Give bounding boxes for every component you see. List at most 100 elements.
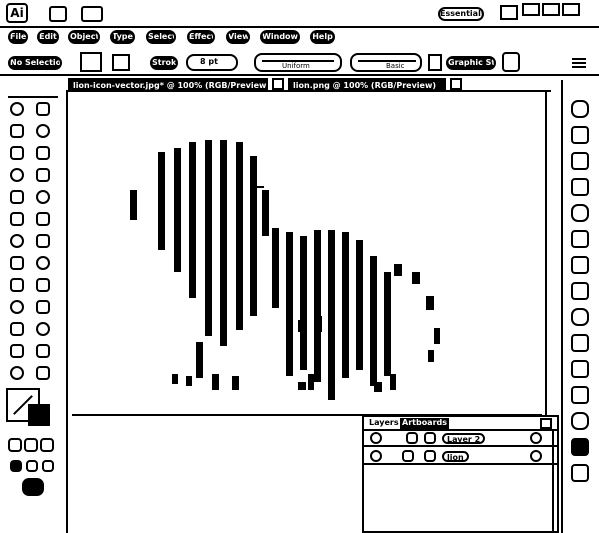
color-icon[interactable] [571,100,589,118]
brush-definition[interactable]: Basic [350,53,422,72]
layer-thumbnail-icon[interactable] [424,450,436,462]
color-guide-icon[interactable] [571,126,589,144]
menu-object[interactable]: Object [68,30,100,44]
tab-layers[interactable]: Layers [367,418,401,429]
appearance-icon[interactable] [571,308,589,326]
selection-icon[interactable] [10,102,24,116]
stroke-icon[interactable] [571,230,589,248]
magic-wand-icon[interactable] [10,124,24,138]
lion-artwork[interactable] [72,94,548,414]
pathfinder-icon[interactable] [571,412,589,430]
eraser-icon[interactable] [36,212,50,226]
pen-icon[interactable] [10,146,24,160]
layer-name[interactable]: lion [442,451,469,462]
transform-icon[interactable] [571,360,589,378]
expand-triangle-icon[interactable] [406,432,418,444]
paintbrush-icon[interactable] [10,190,24,204]
menu-file[interactable]: File [8,30,28,44]
direct-selection-icon[interactable] [36,102,50,116]
maximize-button[interactable] [542,3,560,16]
title-bar: Ai Essentials [0,0,599,28]
close-tab-icon[interactable] [272,78,284,90]
transparency-icon[interactable] [571,282,589,300]
minimize-button[interactable] [522,3,540,16]
symbols-icon[interactable] [571,204,589,222]
color-mode-button[interactable] [8,438,22,452]
type-icon[interactable] [36,146,50,160]
menu-edit[interactable]: Edit [37,30,59,44]
minibridge-button[interactable] [81,6,103,22]
menu-select[interactable]: Select [146,30,176,44]
slice-icon[interactable] [36,344,50,358]
eyedropper-icon[interactable] [10,322,24,336]
live-paint-icon[interactable] [10,344,24,358]
layer-thumbnail-icon[interactable] [424,432,436,444]
graphic-styles-icon[interactable] [571,334,589,352]
layer-row[interactable]: Layer 2 [364,431,557,447]
gradient-mode-button[interactable] [24,438,38,452]
artboard[interactable] [72,94,548,414]
menu-window[interactable]: Window [260,30,300,44]
tab-artboards[interactable]: Artboards [400,418,450,429]
variable-width-profile[interactable]: Uniform [254,53,342,72]
blob-brush-icon[interactable] [10,212,24,226]
warp-icon[interactable] [10,256,24,270]
layers-icon[interactable] [571,438,589,456]
stroke-indicator[interactable] [28,404,50,426]
layers-panel: Layers Artboards Layer 2 lion [362,415,559,533]
screen-mode-icon[interactable] [22,478,44,496]
column-graph-icon[interactable] [36,278,50,292]
stroke-weight-field[interactable]: 8 pt [186,54,238,71]
align-icon[interactable] [571,386,589,404]
eye-icon[interactable] [370,450,382,462]
free-transform-icon[interactable] [36,256,50,270]
none-mode-button[interactable] [40,438,54,452]
hand-icon[interactable] [10,366,24,380]
mesh-icon[interactable] [10,300,24,314]
draw-inside-icon[interactable] [42,460,54,472]
blend-icon[interactable] [36,322,50,336]
artboards-icon[interactable] [571,464,589,482]
normal-draw-icon[interactable] [10,460,22,472]
layer-row[interactable]: lion [364,449,557,465]
gradient-icon[interactable] [36,300,50,314]
scale-icon[interactable] [36,234,50,248]
menu-effect[interactable]: Effect [187,30,215,44]
workspace-switcher[interactable]: Essentials [438,7,484,21]
menu-help[interactable]: Help [310,30,335,44]
opacity-field[interactable] [428,54,442,71]
rectangle-icon[interactable] [36,168,50,182]
line-icon[interactable] [10,168,24,182]
pencil-icon[interactable] [36,190,50,204]
layers-scrollbar[interactable] [552,431,554,531]
close-tab-icon[interactable] [450,78,462,90]
gradient-icon[interactable] [571,256,589,274]
control-panel-menu[interactable] [572,56,586,70]
symbol-sprayer-icon[interactable] [10,278,24,292]
target-icon[interactable] [530,432,542,444]
stroke-swatch[interactable] [112,54,130,71]
brushes-icon[interactable] [571,178,589,196]
menu-type[interactable]: Type [110,30,135,44]
app-logo: Ai [6,3,28,23]
close-window-button[interactable] [562,3,580,16]
graphic-style-swatch[interactable] [502,52,520,72]
zoom-icon[interactable] [36,366,50,380]
search-help-field[interactable] [500,5,518,20]
bridge-button[interactable] [49,6,67,22]
brush-label: Basic [386,62,405,70]
eye-icon[interactable] [370,432,382,444]
expand-triangle-icon[interactable] [402,450,414,462]
menu-view[interactable]: View [226,30,250,44]
tab-lion-icon-vector[interactable]: lion-icon-vector.jpg* @ 100% (RGB/Previe… [68,78,268,92]
fill-swatch[interactable] [80,52,102,72]
layer-name[interactable]: Layer 2 [442,433,486,444]
draw-behind-icon[interactable] [26,460,38,472]
lasso-icon[interactable] [36,124,50,138]
layers-panel-tabs: Layers Artboards [364,417,557,431]
swatches-icon[interactable] [571,152,589,170]
panel-menu-icon[interactable] [540,418,552,429]
rotate-icon[interactable] [10,234,24,248]
target-icon[interactable] [530,450,542,462]
tab-lion-png[interactable]: lion.png @ 100% (RGB/Preview) [288,78,446,92]
